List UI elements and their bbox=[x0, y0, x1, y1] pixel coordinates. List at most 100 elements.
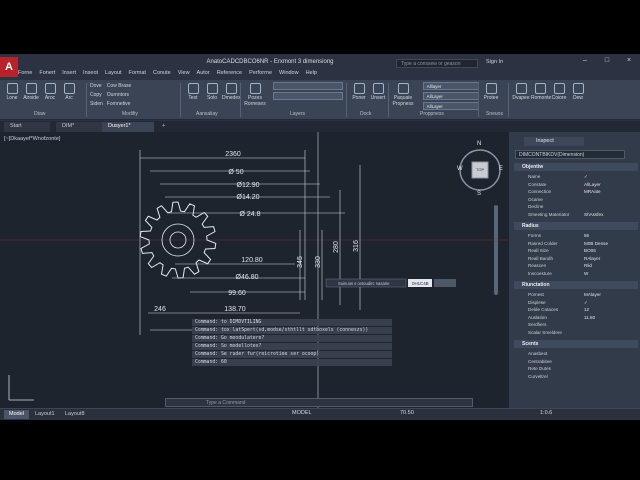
tab-dim[interactable]: DIM* bbox=[56, 122, 102, 132]
property-value[interactable]: 11.80 bbox=[584, 314, 595, 321]
modify-item-0[interactable]: Dove bbox=[90, 82, 103, 91]
property-row[interactable]: Rete Dutes bbox=[514, 365, 638, 372]
dimension-text[interactable]: 280 bbox=[333, 241, 340, 253]
modify-item-5[interactable]: Fornnetive bbox=[107, 100, 131, 109]
linetype-combo[interactable]: AllLayer bbox=[422, 92, 479, 100]
dimension-text[interactable]: Ø12.90 bbox=[237, 182, 260, 189]
property-value[interactable]: W bbox=[584, 270, 588, 277]
menu-item-10[interactable]: Perforrne bbox=[249, 70, 272, 76]
dimension-text[interactable]: 316 bbox=[353, 240, 360, 252]
dimension-text[interactable]: Ø 24.8 bbox=[239, 211, 260, 218]
property-value[interactable]: MRAate bbox=[584, 188, 601, 195]
menu-item-8[interactable]: Autor bbox=[197, 70, 210, 76]
lineweight-combo[interactable]: AllLayer bbox=[422, 102, 479, 110]
property-row[interactable]: Smeeting Materiator ShAssfex bbox=[514, 211, 638, 218]
color-combo[interactable]: Alllayer bbox=[422, 82, 479, 90]
tab-drawing1[interactable]: Dusyer1* bbox=[102, 122, 154, 132]
ribbon-utilities-buttons-button-3[interactable]: Dew bbox=[569, 82, 587, 101]
properties-tab[interactable]: Inspect bbox=[524, 137, 584, 146]
model-space-button[interactable]: MODEL bbox=[292, 410, 312, 416]
dimension-text[interactable]: 138.70 bbox=[224, 306, 246, 313]
menu-item-6[interactable]: Conute bbox=[153, 70, 171, 76]
dimension-text[interactable]: Ø46.80 bbox=[236, 274, 259, 281]
ribbon-utilities-buttons-button-1[interactable]: Romonte bbox=[531, 82, 551, 101]
ribbon-utilities-buttons-button-2[interactable]: Coiore bbox=[550, 82, 568, 101]
dimension-text[interactable]: 2360 bbox=[225, 151, 241, 158]
tab-model[interactable]: Model bbox=[4, 410, 29, 419]
menu-item-9[interactable]: Reference bbox=[217, 70, 242, 76]
ribbon-utilities-buttons-button-0[interactable]: Dvapee bbox=[512, 82, 530, 101]
ribbon-annotation-buttons-button-2[interactable]: Dmedes bbox=[222, 82, 241, 101]
property-section-header[interactable]: Objentiw bbox=[514, 163, 638, 171]
annotation-scale[interactable]: 1:0.6 bbox=[540, 410, 552, 416]
new-tab-button[interactable]: + bbox=[156, 122, 168, 132]
layer-properties-button[interactable]: Pozes Rorneses bbox=[244, 82, 266, 107]
menu-item-2[interactable]: Insert bbox=[62, 70, 76, 76]
dimension-text[interactable]: Ø 50 bbox=[228, 169, 243, 176]
match-properties-button[interactable]: Paquaie Propness bbox=[392, 82, 414, 107]
property-value[interactable]: Rlid bbox=[584, 262, 592, 269]
menu-item-0[interactable]: Forne bbox=[18, 70, 32, 76]
object-type-select[interactable]: DIMCONTBIKDV(Dimension) bbox=[515, 150, 625, 159]
menu-item-7[interactable]: View bbox=[178, 70, 190, 76]
menu-item-12[interactable]: Help bbox=[306, 70, 317, 76]
property-value[interactable]: ShAssfex bbox=[584, 211, 603, 218]
property-row[interactable]: Forms 55 bbox=[514, 232, 638, 239]
viewcube-top-label[interactable]: TOP bbox=[476, 167, 484, 172]
modify-item-1[interactable]: Copy bbox=[90, 91, 103, 100]
ribbon-draw-buttons-button-2[interactable]: Aroc bbox=[41, 82, 59, 101]
sign-in-link[interactable]: Sign In bbox=[486, 59, 503, 65]
property-value[interactable]: RAlayer bbox=[584, 255, 600, 262]
dimension-text[interactable]: Ø14.20 bbox=[237, 194, 260, 201]
ribbon-block-buttons-button-1[interactable]: Unsert bbox=[369, 82, 387, 101]
property-row[interactable]: Delde Cotaces 12 bbox=[514, 306, 638, 313]
property-value[interactable]: 55 bbox=[584, 232, 589, 239]
property-value[interactable]: 12 bbox=[584, 306, 589, 313]
app-logo[interactable]: A bbox=[0, 57, 18, 77]
search-input[interactable]: Type a conssew or geason bbox=[396, 59, 478, 68]
property-row[interactable]: Serdfiers bbox=[514, 321, 638, 328]
dimension-text[interactable]: 345 bbox=[297, 256, 304, 268]
property-row[interactable]: Ocame bbox=[514, 196, 638, 203]
modify-item-3[interactable]: Cow Brase bbox=[107, 82, 131, 91]
ribbon-block-buttons-button-0[interactable]: Poner bbox=[350, 82, 368, 101]
property-row[interactable]: Inscoesture W bbox=[514, 270, 638, 277]
menu-item-3[interactable]: Inseot bbox=[83, 70, 98, 76]
property-row[interactable]: Centrabitee bbox=[514, 358, 638, 365]
dimension-text[interactable]: 330 bbox=[315, 256, 322, 268]
menu-item-1[interactable]: Fonert bbox=[39, 70, 55, 76]
property-row[interactable]: Curveltrel bbox=[514, 373, 638, 380]
property-row[interactable]: Connection MRAate bbox=[514, 188, 638, 195]
property-row[interactable]: Anasbeot bbox=[514, 350, 638, 357]
viewport-label[interactable]: [~]Dkaayef*Wnofzonte] bbox=[4, 136, 60, 142]
dimension-text[interactable]: 246 bbox=[154, 306, 166, 313]
property-row[interactable]: Rasred Colder M0B Dense bbox=[514, 240, 638, 247]
drawing-canvas[interactable]: 2360 Ø 50 Ø12.90 Ø14.20 Ø 24.8 120.80 Ø46.80 99… bbox=[0, 132, 508, 410]
ribbon-group-buttons-button-0[interactable]: Protee bbox=[482, 82, 500, 101]
tab-layout2[interactable]: Layout8 bbox=[60, 410, 90, 419]
window-controls[interactable]: – □ × bbox=[583, 57, 639, 64]
property-row[interactable]: Scalar Smeldere bbox=[514, 329, 638, 336]
property-row[interactable]: Reall Bandh RAlayer bbox=[514, 255, 638, 262]
ribbon-draw-buttons-button-0[interactable]: Lone bbox=[3, 82, 21, 101]
property-row[interactable]: Name ✓ bbox=[514, 173, 638, 180]
dimension-text[interactable]: 99.60 bbox=[228, 290, 246, 297]
property-value[interactable]: AllLayer bbox=[584, 181, 601, 188]
property-row[interactable]: Reall Size BO06 bbox=[514, 247, 638, 254]
property-section-header[interactable]: Riunctation bbox=[514, 281, 638, 289]
property-row[interactable]: Decline bbox=[514, 203, 638, 210]
property-row[interactable]: Auslation 11.80 bbox=[514, 314, 638, 321]
property-value[interactable]: ✓ bbox=[584, 299, 588, 306]
property-section-header[interactable]: Radius bbox=[514, 222, 638, 230]
property-row[interactable]: Displese ✓ bbox=[514, 299, 638, 306]
ribbon-annotation-buttons-button-1[interactable]: Solo bbox=[203, 82, 221, 101]
property-value[interactable]: ✓ bbox=[584, 173, 588, 180]
command-input[interactable]: Type a Command bbox=[165, 398, 473, 407]
menu-item-4[interactable]: Layout bbox=[105, 70, 122, 76]
tab-start[interactable]: Start bbox=[4, 122, 50, 132]
property-row[interactable]: Pornest MAlayer bbox=[514, 291, 638, 298]
menu-item-5[interactable]: Format bbox=[129, 70, 146, 76]
property-row[interactable]: Constate AllLayer bbox=[514, 181, 638, 188]
property-section-header[interactable]: Scents bbox=[514, 340, 638, 348]
ribbon-annotation-buttons-button-0[interactable]: Text bbox=[184, 82, 202, 101]
